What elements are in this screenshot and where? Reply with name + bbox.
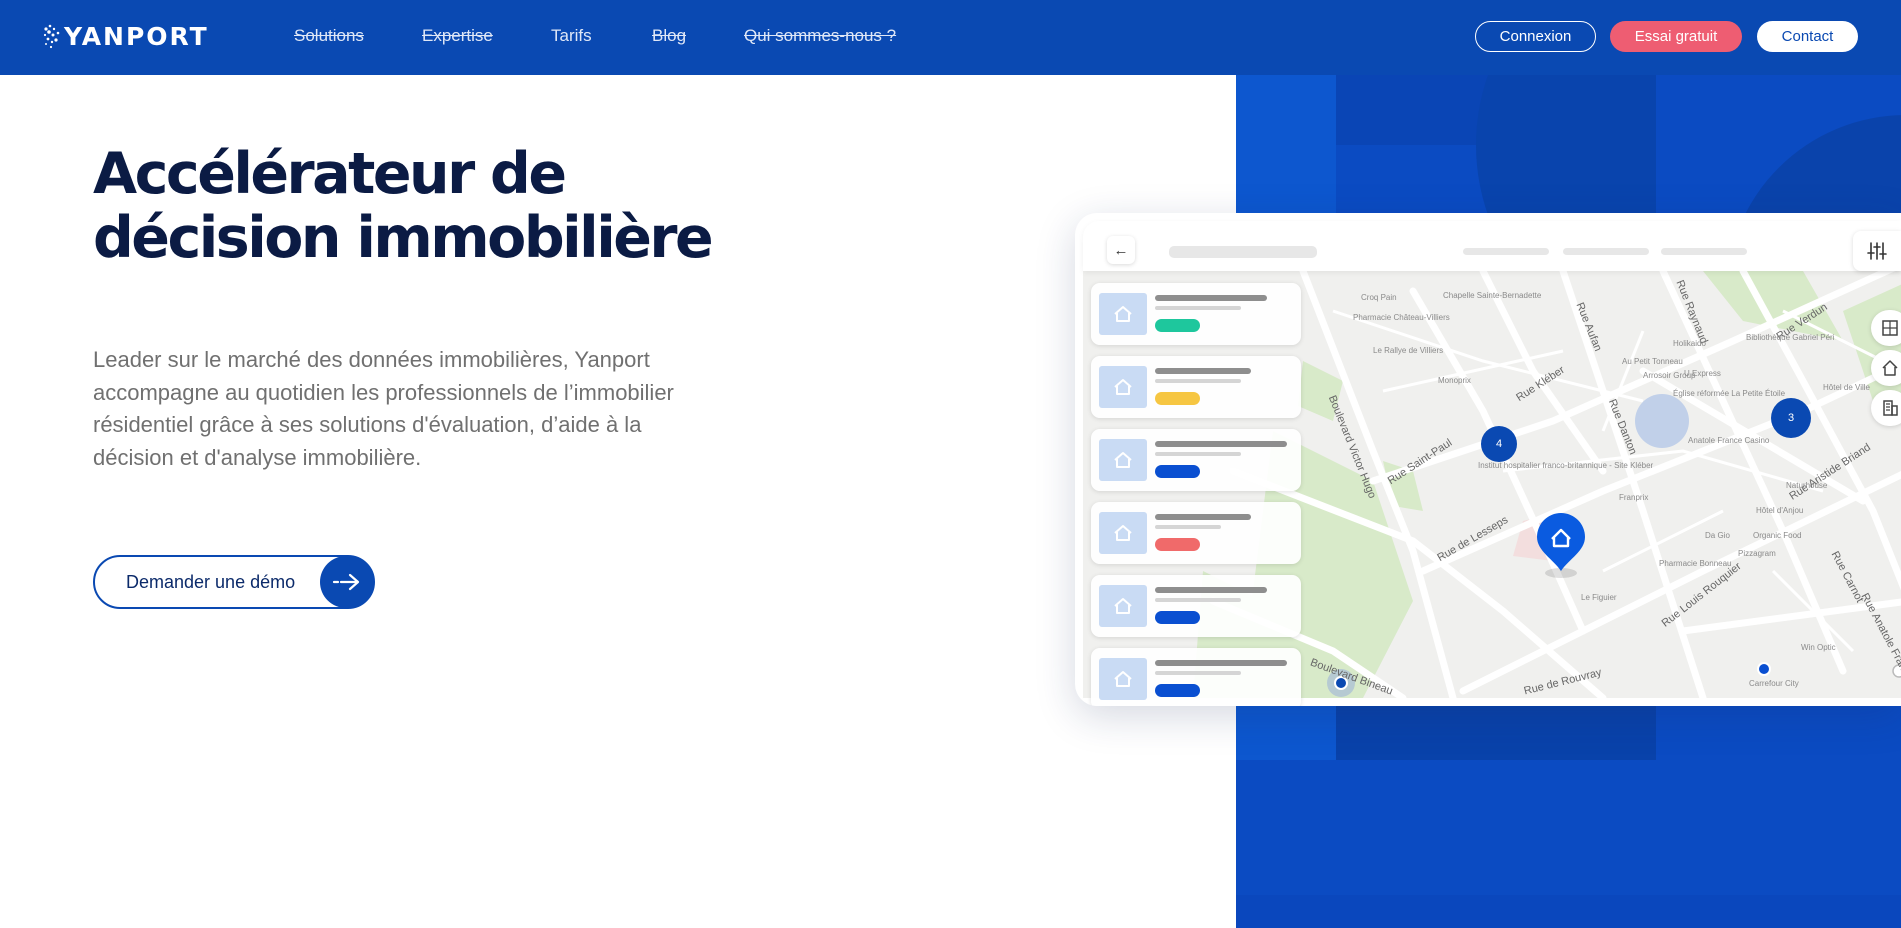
listing-title-placeholder (1155, 587, 1267, 593)
listing-status-tag (1155, 611, 1200, 624)
listing-title-placeholder (1155, 514, 1251, 520)
listing-subtitle-placeholder (1155, 452, 1241, 456)
place-label: Organic Food (1753, 531, 1802, 540)
toolbar-placeholder (1661, 248, 1747, 255)
place-label: Chapelle Sainte-Bernadette (1443, 291, 1542, 300)
building-icon[interactable] (1871, 390, 1901, 426)
place-label: Carrefour City (1749, 679, 1799, 688)
place-label: Pharmacie Bonneau (1659, 559, 1732, 568)
listing-title-placeholder (1155, 660, 1287, 666)
house-icon (1099, 585, 1147, 627)
listing-status-tag (1155, 684, 1200, 697)
listing-title-placeholder (1155, 441, 1287, 447)
hero-description: Leader sur le marché des données immobil… (93, 347, 674, 470)
toolbar-placeholder (1463, 248, 1549, 255)
arrow-right-icon (320, 556, 374, 608)
place-label: Au Petit Tonneau (1622, 357, 1683, 366)
listing-status-tag (1155, 392, 1200, 405)
nav-link-qui-sommes-nous[interactable]: Qui sommes-nous ? (744, 26, 896, 46)
listing-card[interactable] (1091, 429, 1301, 491)
place-label: Le Figuier (1581, 593, 1617, 602)
place-label: Arrosoir Group (1643, 371, 1696, 380)
listing-status-tag (1155, 465, 1200, 478)
home-outline-icon[interactable] (1871, 350, 1901, 386)
yanport-logo[interactable]: YANPORT (42, 20, 209, 52)
listing-title-placeholder (1155, 368, 1251, 374)
property-listings (1091, 283, 1305, 706)
place-label: Hôtel d'Anjou (1756, 506, 1804, 515)
logo-text: YANPORT (64, 21, 209, 51)
search-placeholder-bar (1169, 246, 1317, 258)
map-cluster-marker[interactable]: 3 (1771, 398, 1811, 438)
demander-demo-button[interactable]: Demander une démo (93, 555, 375, 609)
house-icon (1099, 658, 1147, 700)
listing-subtitle-placeholder (1155, 598, 1241, 602)
back-arrow-icon[interactable]: ← (1107, 236, 1135, 264)
listing-subtitle-placeholder (1155, 525, 1221, 529)
listing-subtitle-placeholder (1155, 379, 1241, 383)
logo-mark-icon (42, 21, 72, 51)
listing-card[interactable] (1091, 502, 1301, 564)
place-label: Pharmacie Château-Villiers (1353, 313, 1450, 322)
connexion-button[interactable]: Connexion (1475, 21, 1596, 52)
place-label: Hôtel de Ville (1823, 383, 1870, 392)
place-label: Bibliothèque Gabriel Péri (1746, 333, 1835, 342)
top-navigation: YANPORT Solutions Expertise Tarifs Blog … (0, 0, 1901, 75)
hero-title-line2: décision immobilière (93, 205, 714, 271)
listing-status-tag (1155, 538, 1200, 551)
place-label: Croq Pain (1361, 293, 1397, 302)
listing-subtitle-placeholder (1155, 671, 1241, 675)
home-pin-icon[interactable] (1533, 511, 1589, 581)
nav-link-tarifs[interactable]: Tarifs (551, 26, 592, 46)
listing-card[interactable] (1091, 575, 1301, 637)
demo-button-label: Demander une démo (126, 571, 296, 592)
toolbar-placeholder (1563, 248, 1649, 255)
house-icon (1099, 512, 1147, 554)
app-preview-card: ← 4 3 Boulevard Victor Hugo Rue Saint-Pa… (1075, 213, 1901, 706)
map-cluster-marker[interactable]: 4 (1481, 426, 1517, 462)
essai-gratuit-button[interactable]: Essai gratuit (1610, 21, 1742, 52)
place-label: Monoprix (1438, 376, 1471, 385)
filter-sliders-icon[interactable] (1853, 231, 1901, 271)
place-label: Le Rallye de Villiers (1373, 346, 1444, 355)
listing-card[interactable] (1091, 356, 1301, 418)
place-label: Da Gio (1705, 531, 1730, 540)
place-label: Franprix (1619, 493, 1649, 502)
house-icon (1099, 439, 1147, 481)
panel-block (1236, 895, 1901, 928)
place-label: Église réformée La Petite Étoile (1673, 389, 1786, 398)
app-toolbar: ← (1083, 221, 1901, 271)
house-icon (1099, 293, 1147, 335)
listing-title-placeholder (1155, 295, 1267, 301)
place-label: Institut hospitalier franco-britannique … (1478, 461, 1654, 470)
place-label: Pizzagram (1738, 549, 1776, 558)
panel-block (1336, 705, 1656, 760)
listing-card[interactable] (1091, 283, 1301, 345)
hero-title: Accélérateur de décision immobilière (93, 142, 873, 270)
place-label: Naturhouse (1786, 481, 1828, 490)
place-label: Anatole France Casino (1688, 436, 1770, 445)
listing-status-tag (1155, 319, 1200, 332)
contact-button[interactable]: Contact (1757, 21, 1858, 52)
place-label: Win Optic (1801, 643, 1836, 652)
nav-link-expertise[interactable]: Expertise (422, 26, 493, 46)
place-label: Holikaido (1673, 339, 1706, 348)
nav-link-solutions[interactable]: Solutions (294, 26, 364, 46)
nav-link-blog[interactable]: Blog (652, 26, 686, 46)
listing-card[interactable] (1091, 648, 1301, 706)
listing-subtitle-placeholder (1155, 306, 1241, 310)
hero-title-line1: Accélérateur de (93, 141, 567, 207)
layers-icon[interactable] (1871, 310, 1901, 346)
house-icon (1099, 366, 1147, 408)
